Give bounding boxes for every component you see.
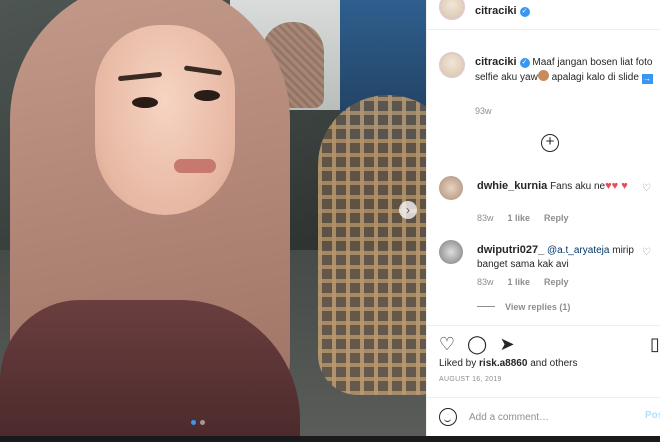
see-no-evil-monkey-icon [537, 70, 549, 81]
comment-username[interactable]: dwiputri027_ [477, 244, 544, 256]
header-username-text[interactable]: citraciki [475, 5, 517, 17]
caption-username[interactable]: citraciki [475, 56, 517, 68]
verified-badge-icon: ✓ [519, 7, 530, 17]
carousel-dot [200, 420, 205, 425]
comment-meta: 83w 1 like Reply [477, 213, 569, 223]
caption-time[interactable]: 93w [475, 106, 492, 116]
likes-suffix[interactable]: and others [530, 358, 577, 369]
comment-like-heart-icon[interactable]: ♡ [642, 247, 651, 258]
comment-meta: 83w 1 like Reply [477, 277, 569, 287]
comment-text: dwhie_kurnia Fans aku ne♥♥ ♥ [477, 179, 637, 194]
comment-like-heart-icon[interactable]: ♡ [642, 183, 651, 194]
carousel-dot-active [191, 420, 196, 425]
view-replies-button[interactable]: View replies (1) [477, 302, 570, 312]
lips [174, 159, 216, 173]
add-comment-bar: Post [427, 397, 660, 436]
post-date[interactable]: AUGUST 16, 2019 [439, 376, 502, 383]
likes-prefix: Liked by [439, 358, 477, 369]
comment-text: dwiputri027_ @a.t_aryateja mirip banget … [477, 243, 637, 272]
comment-icon[interactable]: ◯ [467, 334, 487, 354]
comment-mention[interactable]: @a.t_aryateja [547, 245, 609, 256]
comment-body: Fans aku ne [550, 181, 606, 192]
caption-body-2: apalagi kalo di slide [551, 72, 639, 83]
smiley-icon[interactable] [439, 408, 457, 426]
chevron-right-icon[interactable]: › [399, 201, 417, 219]
load-more-comments-icon[interactable]: + [541, 134, 559, 152]
carousel-dots [191, 420, 205, 425]
heart-icon[interactable]: ♡ [437, 334, 457, 354]
post-photo[interactable]: › [0, 0, 426, 436]
reply-button[interactable]: Reply [544, 277, 569, 287]
comment-avatar[interactable] [439, 240, 463, 264]
bookmark-icon[interactable]: ▯ [645, 334, 660, 354]
verified-badge-icon: ✓ [519, 58, 530, 68]
instagram-post: › citraciki ✓ citraciki ✓ Maaf jangan bose… [0, 0, 660, 442]
right-eye [194, 90, 220, 101]
right-arrow-icon: → [641, 74, 653, 84]
reply-button[interactable]: Reply [544, 213, 569, 223]
post-header: citraciki ✓ [427, 0, 660, 30]
comment-likes[interactable]: 1 like [508, 213, 531, 223]
caption-avatar[interactable] [439, 52, 465, 78]
header-username[interactable]: citraciki ✓ [475, 5, 530, 17]
paper-plane-icon[interactable]: ➤ [497, 334, 517, 354]
left-eye [132, 97, 158, 108]
likes-summary: Liked by risk.a8860 and others [439, 358, 577, 369]
bottom-strip [0, 436, 660, 442]
comment-time[interactable]: 83w [477, 213, 494, 223]
comment-avatar[interactable] [439, 176, 463, 200]
rattan-basket [318, 95, 426, 395]
comment-time[interactable]: 83w [477, 277, 494, 287]
comment-likes[interactable]: 1 like [508, 277, 531, 287]
face [95, 25, 235, 215]
caption-text: citraciki ✓ Maaf jangan bosen liat foto s… [475, 55, 660, 85]
likes-user[interactable]: risk.a8860 [479, 358, 527, 369]
post-side-panel: citraciki ✓ citraciki ✓ Maaf jangan bosen … [426, 0, 660, 436]
heart-emoji-icon: ♥♥ ♥ [605, 180, 628, 192]
avatar[interactable] [439, 0, 465, 20]
comment-input[interactable] [469, 407, 629, 427]
post-button[interactable]: Post [645, 410, 660, 421]
comment-username[interactable]: dwhie_kurnia [477, 180, 547, 192]
